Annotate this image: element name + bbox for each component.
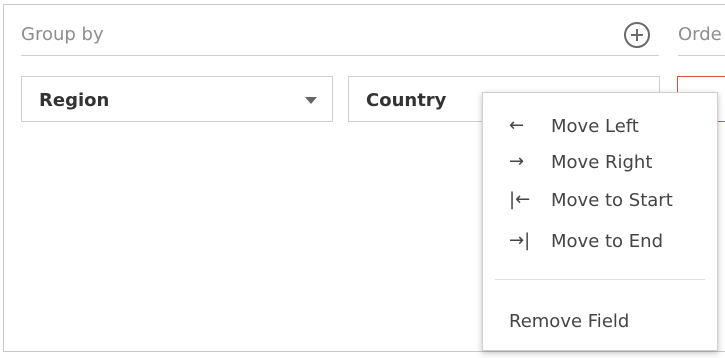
plus-circle-icon[interactable] — [624, 22, 650, 48]
menu-item-label: Remove Field — [509, 311, 630, 332]
group-field-label: Country — [366, 90, 447, 111]
group-by-label: Group by — [21, 24, 104, 45]
menu-divider — [495, 279, 705, 280]
menu-item-move-right[interactable]: → Move Right — [483, 145, 717, 181]
menu-item-move-to-end[interactable]: →| Move to End — [483, 224, 717, 260]
field-context-menu: ← Move Left → Move Right |← Move to Star… — [482, 92, 718, 351]
arrow-to-start-icon: |← — [509, 189, 531, 210]
arrow-left-icon: ← — [509, 115, 525, 136]
group-by-divider — [21, 55, 659, 56]
arrow-right-icon: → — [509, 151, 525, 172]
menu-item-label: Move to End — [551, 231, 663, 252]
menu-item-label: Move Left — [551, 116, 639, 137]
arrow-to-end-icon: →| — [509, 230, 531, 251]
chevron-down-icon[interactable] — [305, 97, 317, 104]
group-field-region[interactable]: Region — [21, 76, 333, 122]
menu-item-move-left[interactable]: ← Move Left — [483, 109, 717, 145]
order-by-label: Orde — [678, 24, 722, 45]
menu-item-label: Move to Start — [551, 190, 673, 211]
menu-item-move-to-start[interactable]: |← Move to Start — [483, 183, 717, 219]
menu-item-remove-field[interactable]: Remove Field — [483, 304, 717, 340]
menu-item-label: Move Right — [551, 152, 653, 173]
group-field-label: Region — [39, 90, 110, 111]
order-by-divider — [678, 55, 725, 56]
